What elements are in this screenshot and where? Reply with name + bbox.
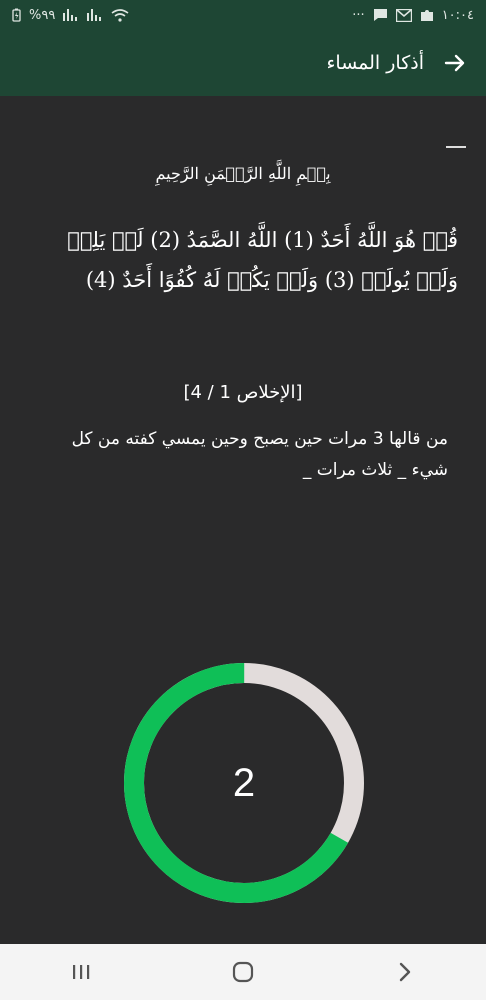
- counter-ring[interactable]: 2: [122, 661, 366, 905]
- verse-reference: [الإخلاص 1 / 4]: [183, 382, 303, 403]
- arrow-right-icon: [444, 54, 465, 72]
- status-bar: %٩٩ ··· ١٠:٠٤: [0, 0, 486, 30]
- gmail-icon: [395, 8, 412, 22]
- more-notifications-dots: ···: [352, 7, 365, 23]
- virtue-text: من قالها 3 مرات حين يصبح وحين يمسي كفته …: [71, 429, 448, 480]
- system-nav-bar: [0, 944, 486, 1000]
- recent-apps-button[interactable]: [51, 952, 111, 992]
- app-bar: أذكار المساء: [0, 30, 486, 96]
- battery-percent: %٩٩: [29, 7, 56, 23]
- puzzle-icon: [420, 8, 434, 22]
- signal-icon: [63, 9, 79, 21]
- status-right: ··· ١٠:٠٤: [352, 8, 474, 23]
- recent-apps-icon: [73, 965, 90, 979]
- back-button[interactable]: [442, 50, 468, 76]
- verse-text: قُلۡ هُوَ اللَّهُ أَحَدٌ (1) اللَّهُ الص…: [67, 228, 458, 292]
- battery-icon: [12, 8, 21, 22]
- basmala: بِسۡمِ اللَّهِ الرَّحۡمَنِ الرَّحِيمِ: [155, 164, 331, 183]
- chat-icon: [373, 8, 388, 22]
- page-title: أذكار المساء: [326, 52, 424, 74]
- home-icon: [232, 961, 254, 983]
- back-icon: [399, 962, 411, 982]
- status-left: %٩٩: [12, 8, 129, 23]
- wifi-icon: [111, 8, 129, 22]
- system-back-button[interactable]: [375, 952, 435, 992]
- counter-value: 2: [232, 760, 256, 805]
- home-button[interactable]: [213, 952, 273, 992]
- signal-icon: [87, 9, 103, 21]
- clock: ١٠:٠٤: [441, 7, 474, 23]
- divider-dash: [446, 146, 466, 148]
